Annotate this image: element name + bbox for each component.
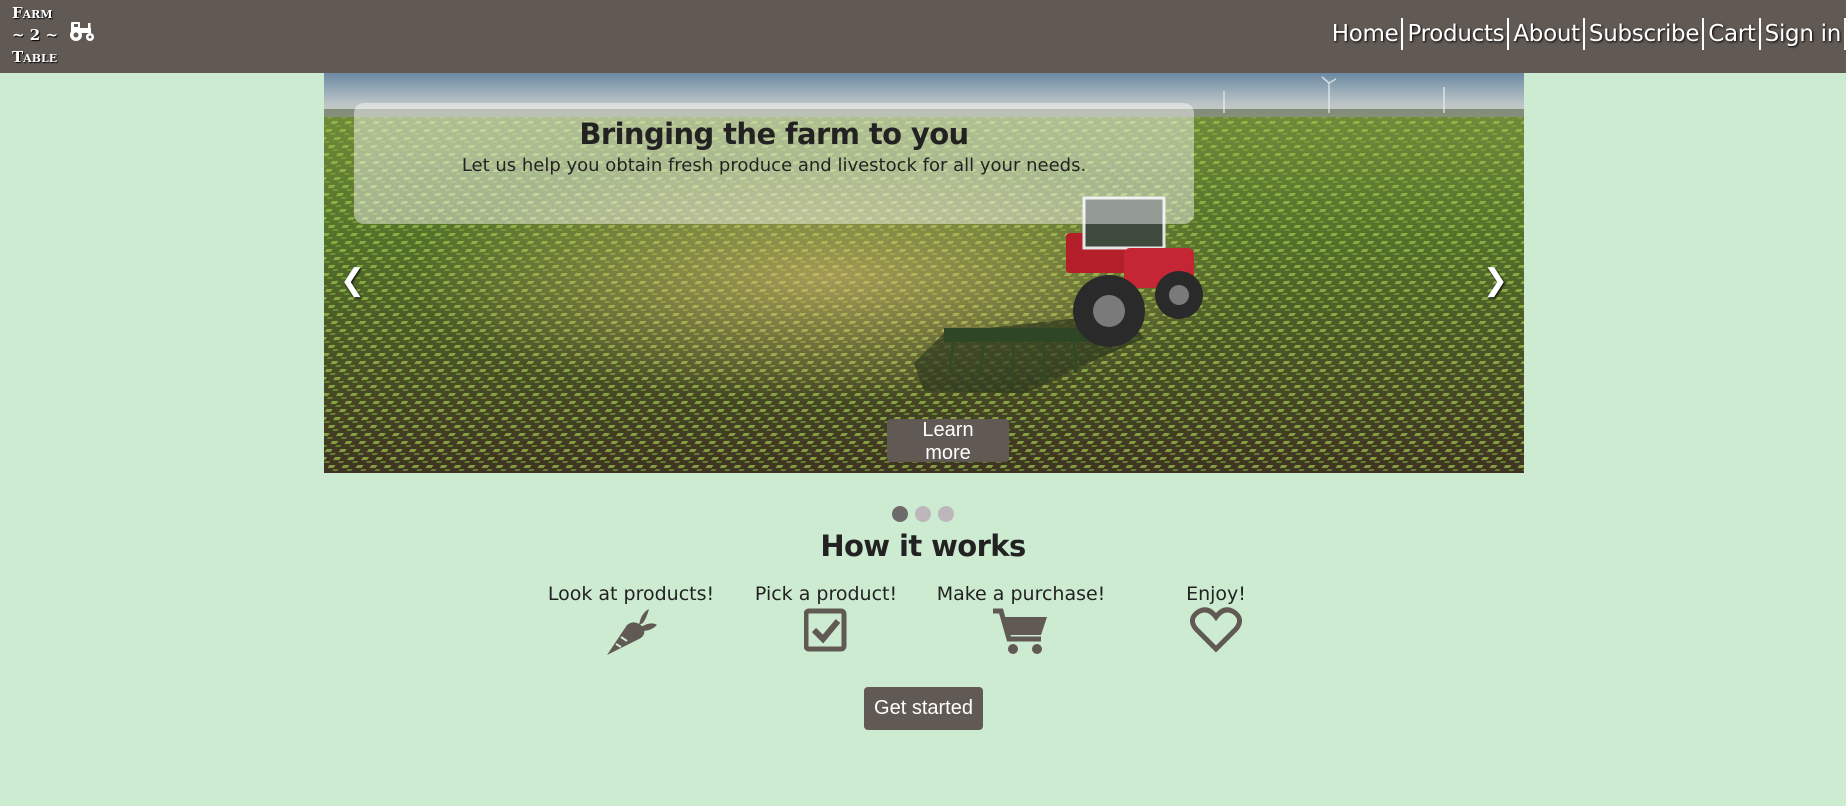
step-look-at-products: Look at products!: [541, 583, 721, 657]
logo-line-3: Table: [12, 48, 58, 66]
main-nav: Home Products About Subscribe Cart Sign …: [1328, 16, 1846, 52]
step-label: Make a purchase!: [936, 583, 1106, 605]
top-navbar: Farm ~ 2 ~ Table Home Products About Sub…: [0, 0, 1846, 73]
carousel-prev-icon[interactable]: ❮: [340, 263, 365, 298]
tractor-icon: [70, 22, 95, 41]
nav-sign-in[interactable]: Sign in: [1761, 18, 1846, 50]
carousel-dot-1[interactable]: [892, 506, 908, 522]
carousel-indicators: [892, 506, 954, 522]
carousel-caption: Bringing the farm to you Let us help you…: [354, 103, 1194, 224]
carousel-next-icon[interactable]: ❯: [1483, 263, 1508, 298]
carousel-dot-2[interactable]: [915, 506, 931, 522]
carousel-title: Bringing the farm to you: [579, 117, 969, 151]
logo-line-2: ~ 2 ~: [12, 26, 59, 44]
nav-products[interactable]: Products: [1403, 18, 1510, 50]
logo-line-1: Farm: [12, 4, 53, 22]
heart-icon: [1190, 607, 1242, 653]
nav-subscribe[interactable]: Subscribe: [1585, 18, 1705, 50]
step-label: Pick a product!: [754, 583, 898, 605]
hero-carousel: Bringing the farm to you Let us help you…: [324, 73, 1524, 473]
carrot-icon: [607, 609, 657, 655]
step-label: Look at products!: [547, 583, 715, 605]
step-make-a-purchase: Make a purchase!: [931, 583, 1111, 657]
nav-cart[interactable]: Cart: [1704, 18, 1761, 50]
step-label: Enjoy!: [1186, 583, 1246, 605]
learn-more-button[interactable]: Learn more: [887, 419, 1009, 464]
step-pick-a-product: Pick a product!: [736, 583, 916, 653]
how-it-works-title: How it works: [820, 529, 1026, 563]
carousel-subtitle: Let us help you obtain fresh produce and…: [461, 155, 1087, 176]
logo-text: Farm ~ 2 ~ Table: [12, 2, 58, 68]
nav-home[interactable]: Home: [1328, 18, 1404, 50]
checkbox-icon: [804, 608, 847, 652]
nav-about[interactable]: About: [1509, 18, 1585, 50]
get-started-button[interactable]: Get started: [864, 687, 983, 730]
step-enjoy: Enjoy!: [1126, 583, 1306, 653]
cart-icon: [993, 608, 1047, 654]
carousel-dot-3[interactable]: [938, 506, 954, 522]
site-logo[interactable]: Farm ~ 2 ~ Table: [12, 2, 96, 68]
